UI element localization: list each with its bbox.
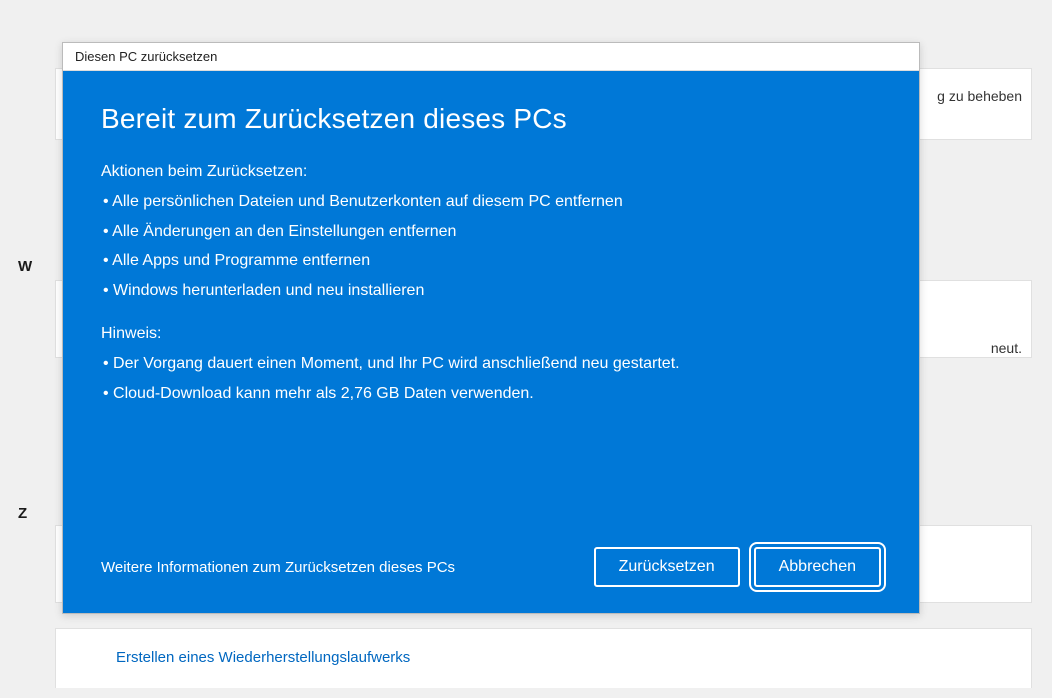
partial-text: neut. [991, 340, 1022, 356]
partial-label: W [18, 258, 32, 275]
list-item: Alle persönlichen Dateien und Benutzerko… [101, 187, 881, 217]
reset-pc-dialog: Diesen PC zurücksetzen Bereit zum Zurück… [62, 42, 920, 614]
notes-list: Der Vorgang dauert einen Moment, und Ihr… [101, 349, 881, 408]
reset-button[interactable]: Zurücksetzen [594, 547, 740, 587]
dialog-heading: Bereit zum Zurücksetzen dieses PCs [101, 103, 881, 135]
actions-label: Aktionen beim Zurücksetzen: [101, 163, 881, 181]
dialog-footer: Weitere Informationen zum Zurücksetzen d… [101, 547, 881, 587]
list-item: Windows herunterladen und neu installier… [101, 276, 881, 306]
note-label: Hinweis: [101, 325, 881, 343]
list-item: Der Vorgang dauert einen Moment, und Ihr… [101, 349, 881, 379]
list-item: Alle Apps und Programme entfernen [101, 246, 881, 276]
dialog-body: Bereit zum Zurücksetzen dieses PCs Aktio… [63, 71, 919, 613]
list-item: Cloud-Download kann mehr als 2,76 GB Dat… [101, 379, 881, 409]
actions-list: Alle persönlichen Dateien und Benutzerko… [101, 187, 881, 305]
partial-text: g zu beheben [937, 88, 1022, 104]
background-card: Erstellen eines Wiederherstellungslaufwe… [55, 628, 1032, 688]
dialog-titlebar[interactable]: Diesen PC zurücksetzen [63, 43, 919, 71]
list-item: Alle Änderungen an den Einstellungen ent… [101, 217, 881, 247]
partial-label: Z [18, 505, 27, 522]
recovery-drive-link[interactable]: Erstellen eines Wiederherstellungslaufwe… [116, 649, 410, 666]
cancel-button[interactable]: Abbrechen [754, 547, 881, 587]
dialog-title: Diesen PC zurücksetzen [75, 49, 217, 64]
more-info-link[interactable]: Weitere Informationen zum Zurücksetzen d… [101, 559, 580, 576]
